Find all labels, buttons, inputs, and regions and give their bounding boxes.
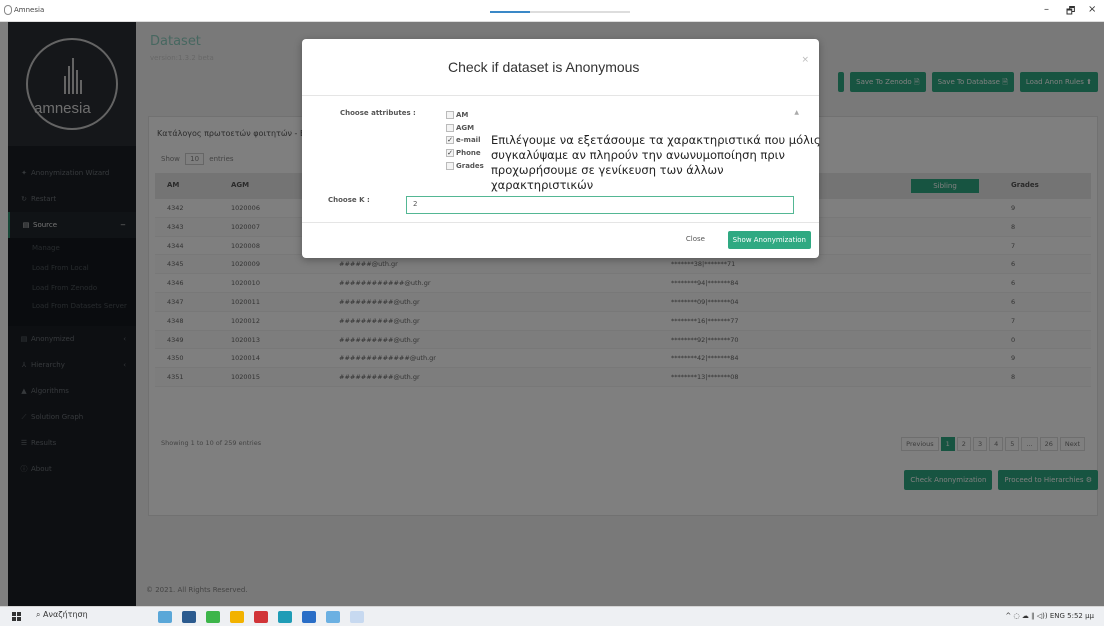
app-icon[interactable] — [350, 611, 364, 623]
dialog-title: Check if dataset is Anonymous — [448, 59, 640, 75]
close-window-button[interactable]: × — [1088, 4, 1096, 15]
app-icon[interactable] — [302, 611, 316, 623]
loading-bar — [490, 11, 630, 13]
choose-attributes-label: Choose attributes : — [340, 109, 416, 117]
close-button[interactable]: Close — [686, 235, 705, 243]
k-input[interactable]: 2 — [406, 196, 794, 214]
anonymity-check-dialog: Check if dataset is Anonymous × Choose a… — [302, 39, 821, 258]
annotation-note: Επιλέγουμε να εξετάσουμε τα χαρακτηριστι… — [491, 133, 821, 192]
attribute-option[interactable]: ✓ Phone — [446, 147, 484, 160]
attribute-option[interactable]: ✓ e-mail — [446, 134, 484, 147]
attribute-option[interactable]: AM — [446, 109, 484, 122]
app-icon[interactable] — [206, 611, 220, 623]
choose-k-label: Choose K : — [328, 196, 370, 204]
attribute-label: Grades — [456, 161, 484, 170]
window-titlebar: Amnesia – 🗗 × — [0, 0, 1104, 22]
checkbox-agm[interactable] — [446, 123, 454, 132]
app-icon[interactable] — [278, 611, 292, 623]
taskbar-apps — [158, 611, 364, 623]
show-anonymization-button[interactable]: Show Anonymization — [727, 231, 811, 249]
dialog-footer: Close Show Anonymization — [302, 222, 819, 258]
attribute-option[interactable]: Grades — [446, 159, 484, 172]
windows-start-icon[interactable] — [12, 612, 22, 622]
app-icon[interactable] — [230, 611, 244, 623]
attribute-label: Phone — [456, 149, 481, 158]
minimize-button[interactable]: – — [1044, 4, 1049, 15]
app-icon[interactable] — [326, 611, 340, 623]
attribute-label: e-mail — [456, 136, 481, 145]
attribute-option[interactable]: AGM — [446, 122, 484, 135]
checkbox-grades[interactable] — [446, 161, 454, 170]
checkbox-email[interactable]: ✓ — [446, 136, 454, 145]
checkbox-phone[interactable]: ✓ — [446, 149, 454, 158]
dialog-header: Check if dataset is Anonymous × — [302, 39, 819, 96]
search-label: Αναζήτηση — [43, 610, 88, 619]
close-icon[interactable]: × — [801, 55, 809, 65]
system-tray: ^ ◌ ☁ ∥ ◁)) ENG 5:52 μμ — [1005, 612, 1094, 620]
taskbar-search[interactable]: ⌕ Αναζήτηση — [36, 610, 88, 620]
taskbar: ⌕ Αναζήτηση ^ ◌ ☁ ∥ ◁)) ENG 5:52 μμ — [0, 606, 1104, 626]
app-icon[interactable] — [182, 611, 196, 623]
app-icon[interactable] — [254, 611, 268, 623]
app-icon[interactable] — [158, 611, 172, 623]
window-title: Amnesia — [14, 6, 45, 14]
app-logo-icon — [4, 5, 12, 15]
attributes-list: AM AGM ✓ e-mail ✓ Phone Grades — [446, 109, 484, 172]
scroll-arrow-icon[interactable]: ▲ — [794, 109, 799, 116]
attribute-label: AGM — [456, 123, 475, 132]
maximize-button[interactable]: 🗗 — [1066, 4, 1075, 21]
attribute-label: AM — [456, 111, 469, 120]
checkbox-am[interactable] — [446, 111, 454, 120]
